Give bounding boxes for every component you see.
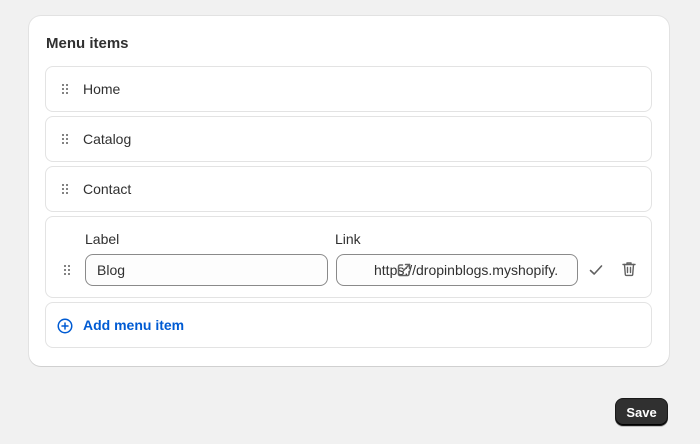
menu-item-catalog[interactable]: Catalog [45,116,652,162]
plus-circle-icon [57,318,73,334]
menu-items-card: Menu items Home Catalog Contact Label Bl… [29,16,669,366]
menu-item-contact[interactable]: Contact [45,166,652,212]
card-title: Menu items [46,35,129,52]
checkmark-icon[interactable] [587,261,605,279]
menu-item-label: Home [83,81,121,97]
drag-handle-icon[interactable] [62,134,70,146]
drag-handle-icon[interactable] [64,265,72,277]
drag-handle-icon[interactable] [62,184,70,196]
label-input[interactable]: Blog [85,254,328,286]
link-input[interactable]: https://dropinblogs.myshopify. [336,254,578,286]
drag-handle-icon[interactable] [62,84,70,96]
external-link-icon[interactable] [395,261,413,279]
add-menu-item-button[interactable]: Add menu item [45,302,652,348]
trash-icon[interactable] [620,260,638,278]
link-field-heading: Link [335,231,361,247]
menu-item-label: Contact [83,181,132,197]
menu-item-label: Catalog [83,131,132,147]
add-menu-item-label: Add menu item [83,317,185,333]
menu-item-home[interactable]: Home [45,66,652,112]
label-input-value: Blog [97,262,126,278]
label-field-heading: Label [85,231,120,247]
menu-item-editor: Label Blog Link https://dropinblogs.mysh… [45,216,652,298]
save-button[interactable]: Save [615,398,668,426]
